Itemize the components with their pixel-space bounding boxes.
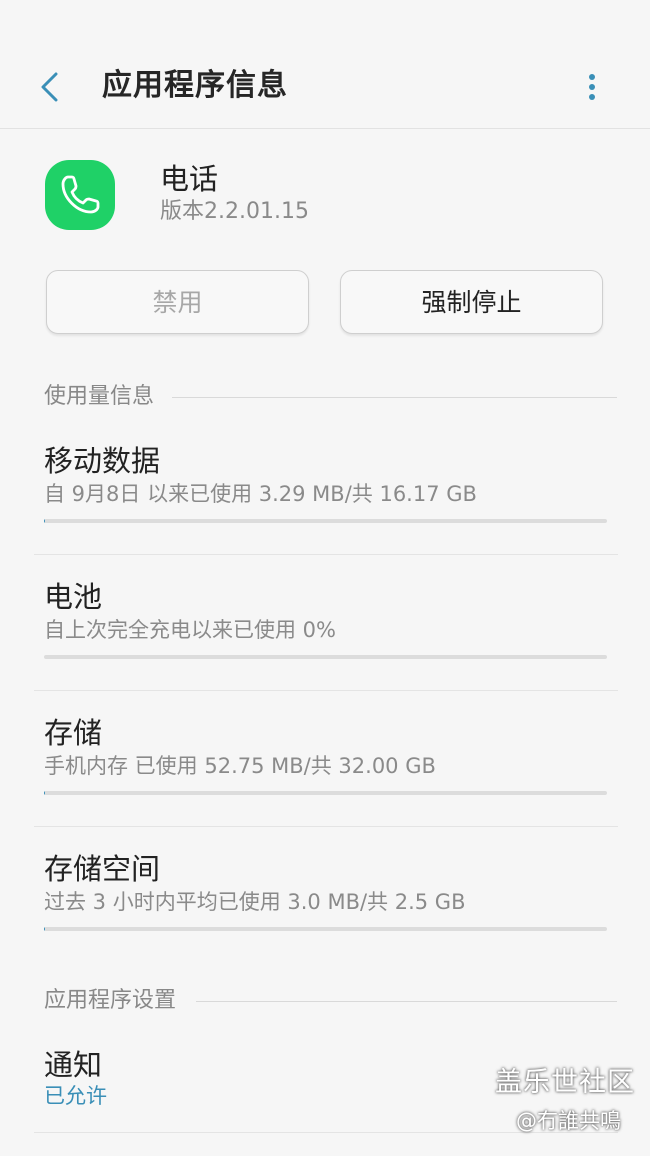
list-item-storage[interactable]: 存储 手机内存 已使用 52.75 MB/共 32.00 GB xyxy=(0,712,650,827)
app-icon xyxy=(45,160,115,230)
app-bar: 应用程序信息 xyxy=(0,0,650,129)
section-header-app-settings: 应用程序设置 xyxy=(44,988,177,1013)
divider xyxy=(34,826,618,827)
list-item-title: 电池 xyxy=(44,580,103,614)
list-item-subtitle: 自上次完全充电以来已使用 0% xyxy=(44,618,336,642)
notification-status: 已允许 xyxy=(44,1084,107,1108)
usage-progress-bar xyxy=(44,519,607,523)
usage-progress-bar xyxy=(44,791,607,795)
list-item-title: 存储空间 xyxy=(44,852,161,886)
usage-progress-bar xyxy=(44,655,607,659)
phone-icon xyxy=(61,175,100,214)
list-item-title: 通知 xyxy=(44,1048,103,1082)
usage-progress-bar xyxy=(44,927,607,931)
list-item-subtitle: 自 9月8日 以来已使用 3.29 MB/共 16.17 GB xyxy=(44,482,477,506)
page-title: 应用程序信息 xyxy=(102,68,288,103)
chevron-left-icon xyxy=(41,72,58,102)
force-stop-button[interactable]: 强制停止 xyxy=(340,270,603,334)
usage-progress-fill xyxy=(44,927,45,931)
watermark-author: @冇誰共鳴 xyxy=(516,1109,621,1133)
section-header-usage: 使用量信息 xyxy=(44,384,155,409)
list-item-subtitle: 手机内存 已使用 52.75 MB/共 32.00 GB xyxy=(44,754,436,778)
back-button[interactable] xyxy=(28,62,72,110)
app-version: 版本2.2.01.15 xyxy=(160,199,309,224)
section-divider xyxy=(172,397,617,398)
section-divider xyxy=(196,1001,617,1002)
list-item-title: 移动数据 xyxy=(44,444,161,478)
list-item-mobile-data[interactable]: 移动数据 自 9月8日 以来已使用 3.29 MB/共 16.17 GB xyxy=(0,440,650,555)
disable-button[interactable]: 禁用 xyxy=(46,270,309,334)
list-item-title: 存储 xyxy=(44,716,103,750)
usage-progress-fill xyxy=(44,791,45,795)
list-item-battery[interactable]: 电池 自上次完全充电以来已使用 0% xyxy=(0,576,650,691)
list-item-memory[interactable]: 存储空间 过去 3 小时内平均已使用 3.0 MB/共 2.5 GB xyxy=(0,848,650,963)
app-info-screen: 应用程序信息 电话 版本2.2.01.15 禁用 强制停止 使用量信息 移动数据… xyxy=(0,0,650,1156)
watermark-text: 盖乐世社区 xyxy=(495,1067,635,1098)
app-name: 电话 xyxy=(160,162,219,196)
divider xyxy=(34,690,618,691)
divider xyxy=(34,554,618,555)
more-options-button[interactable] xyxy=(572,64,612,110)
list-item-subtitle: 过去 3 小时内平均已使用 3.0 MB/共 2.5 GB xyxy=(44,890,466,914)
